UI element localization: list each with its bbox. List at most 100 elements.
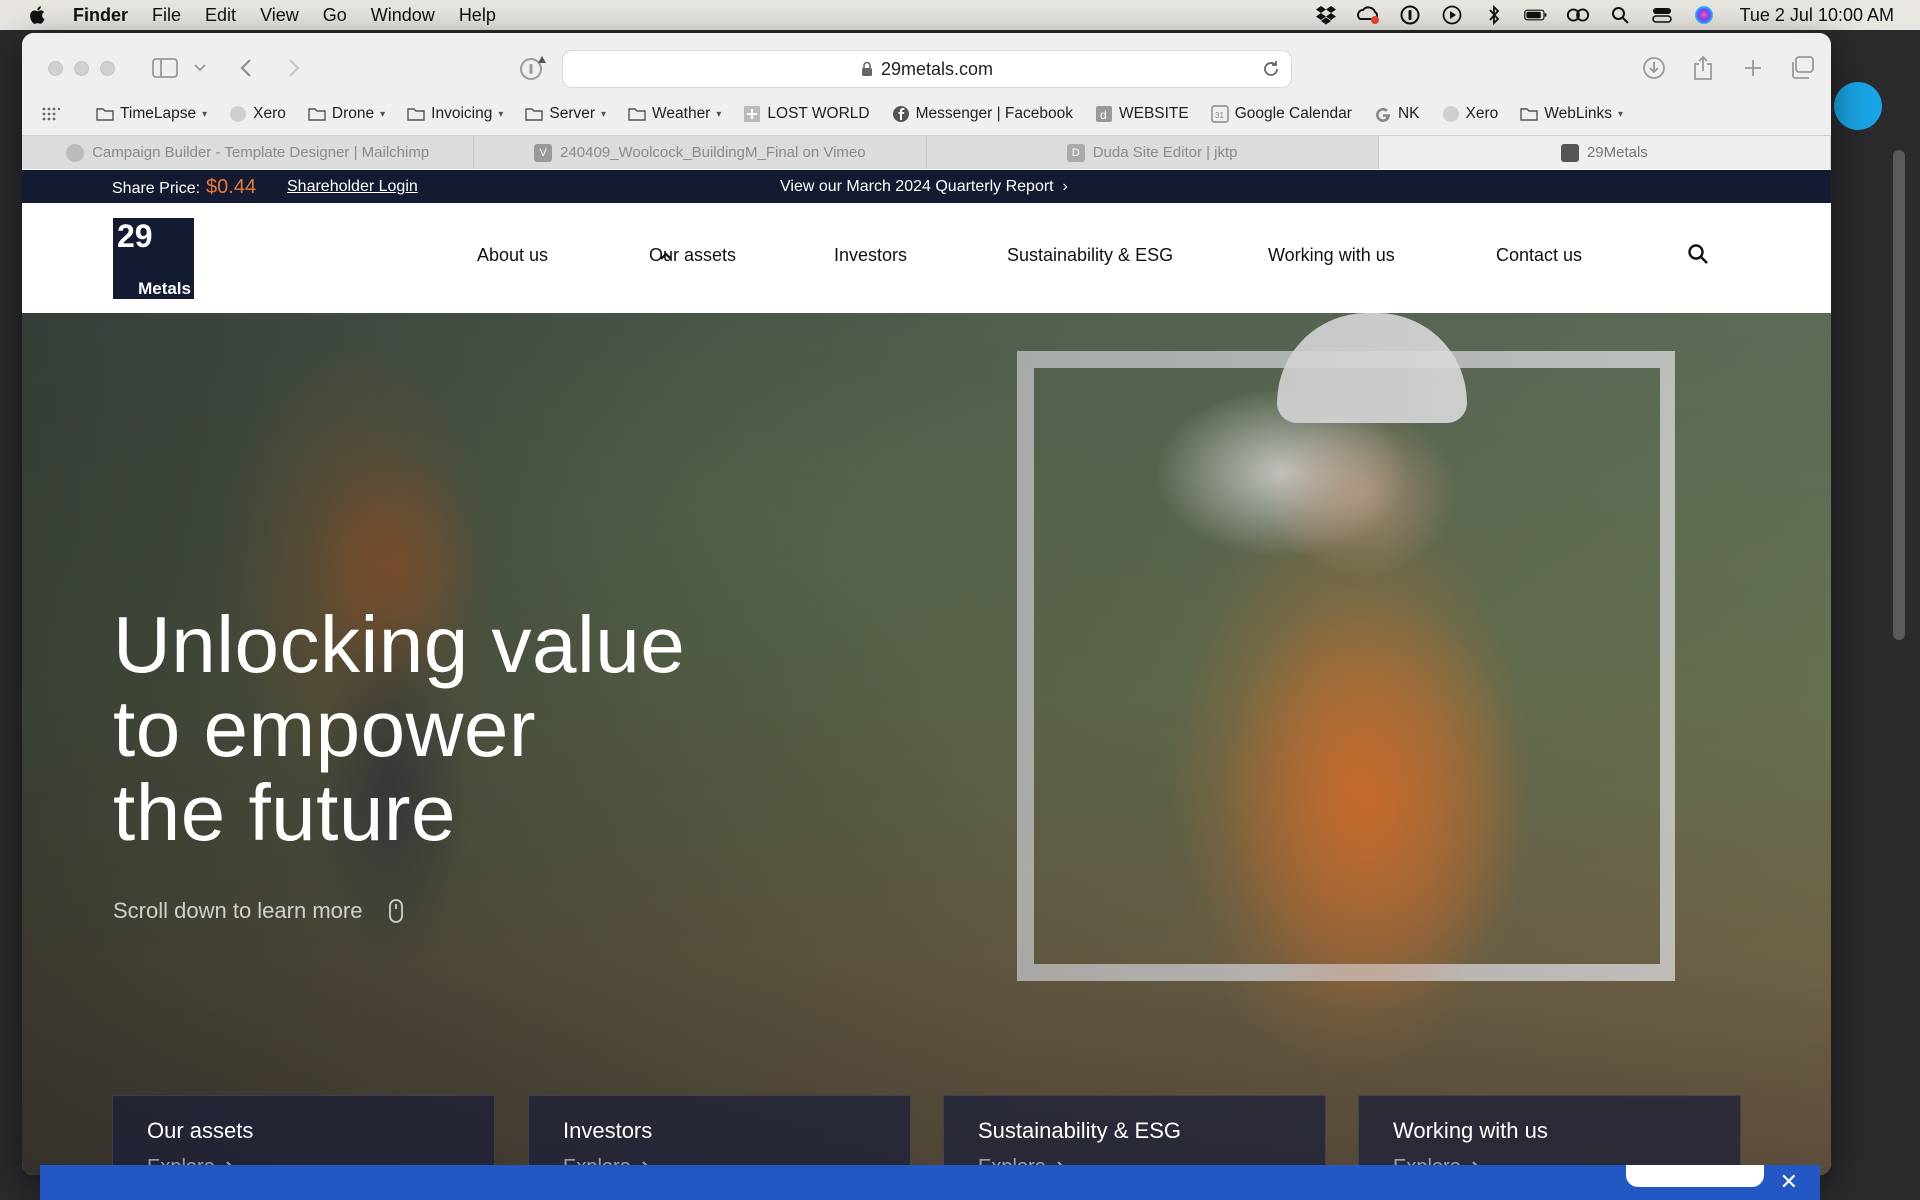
close-icon[interactable]: ✕ bbox=[1780, 1169, 1798, 1195]
tab-label: Campaign Builder - Template Designer | M… bbox=[92, 144, 430, 161]
menu-edit[interactable]: Edit bbox=[205, 5, 236, 26]
battery-icon[interactable] bbox=[1523, 5, 1548, 25]
zoom-window-button[interactable] bbox=[100, 61, 115, 76]
bookmark-website[interactable]: d WEBSITE bbox=[1095, 105, 1189, 123]
card-working-with-us[interactable]: Working with us Explore bbox=[1358, 1095, 1741, 1175]
mouse-scroll-icon bbox=[389, 899, 404, 923]
29metals-logo[interactable]: 29 Metals bbox=[113, 218, 194, 299]
sidebar-toggle-icon[interactable] bbox=[150, 51, 180, 85]
minimize-window-button[interactable] bbox=[74, 61, 89, 76]
card-sustainability-esg[interactable]: Sustainability & ESG Explore bbox=[943, 1095, 1326, 1175]
lock-icon bbox=[861, 61, 872, 76]
creative-cloud-icon[interactable] bbox=[1356, 5, 1380, 25]
quarterly-report-link[interactable]: View our March 2024 Quarterly Report › bbox=[780, 178, 1068, 196]
card-investors[interactable]: Investors Explore bbox=[528, 1095, 911, 1175]
dropbox-icon[interactable] bbox=[1314, 5, 1338, 25]
bookmark-lost-world[interactable]: LOST WORLD bbox=[743, 105, 870, 123]
password-extension-icon[interactable] bbox=[516, 51, 550, 85]
bookmark-google-calendar[interactable]: 31 Google Calendar bbox=[1211, 105, 1352, 123]
bookmark-label: NK bbox=[1397, 105, 1420, 122]
share-icon[interactable] bbox=[1690, 51, 1716, 85]
menu-app-name[interactable]: Finder bbox=[73, 5, 128, 26]
search-icon[interactable] bbox=[1687, 243, 1709, 265]
new-tab-icon[interactable] bbox=[1740, 51, 1766, 85]
plus-square-icon bbox=[743, 105, 761, 123]
bookmark-label: Server bbox=[549, 105, 596, 122]
svg-text:31: 31 bbox=[1215, 111, 1224, 120]
page-scrollbar[interactable] bbox=[1893, 150, 1905, 640]
bookmark-label: Xero bbox=[1465, 105, 1499, 122]
svg-text:d: d bbox=[1100, 108, 1107, 122]
bluetooth-icon[interactable] bbox=[1482, 5, 1506, 25]
apps-grid-icon[interactable] bbox=[42, 107, 60, 121]
card-our-assets[interactable]: Our assets Explore bbox=[112, 1095, 495, 1175]
folder-icon bbox=[1520, 105, 1538, 123]
chevron-down-icon: ▾ bbox=[498, 108, 504, 120]
bookmark-weblinks[interactable]: WebLinks ▾ bbox=[1520, 105, 1623, 123]
screen-mirroring-icon[interactable] bbox=[1566, 5, 1590, 25]
nav-our-assets[interactable]: Our assets bbox=[649, 245, 736, 266]
duda-icon: D bbox=[1066, 143, 1085, 162]
share-price: Share Price: $0.44 bbox=[112, 176, 256, 199]
password-manager-icon[interactable] bbox=[1398, 5, 1422, 25]
menu-file[interactable]: File bbox=[152, 5, 181, 26]
menu-help[interactable]: Help bbox=[459, 5, 496, 26]
hero-section: Unlocking value to empower the future Sc… bbox=[22, 313, 1831, 1175]
control-center-icon[interactable] bbox=[1650, 5, 1674, 25]
bookmark-label: Xero bbox=[253, 105, 286, 122]
address-bar[interactable]: 29metals.com bbox=[562, 50, 1292, 88]
bookmark-label: LOST WORLD bbox=[767, 105, 870, 122]
menu-go[interactable]: Go bbox=[323, 5, 347, 26]
bookmark-drone[interactable]: Drone ▾ bbox=[308, 105, 385, 123]
reload-icon[interactable] bbox=[1261, 59, 1281, 79]
play-icon[interactable] bbox=[1440, 5, 1464, 25]
nav-contact-us[interactable]: Contact us bbox=[1496, 245, 1582, 266]
menu-window[interactable]: Window bbox=[371, 5, 435, 26]
site-header: 29 Metals About us Our assets Investors … bbox=[22, 203, 1831, 313]
chevron-down-icon: ▾ bbox=[716, 108, 722, 120]
nav-about-us[interactable]: About us bbox=[477, 245, 548, 266]
tab-mailchimp[interactable]: Campaign Builder - Template Designer | M… bbox=[22, 136, 475, 169]
tab-overview-icon[interactable] bbox=[1788, 51, 1816, 85]
tab-29metals[interactable]: 29Metals bbox=[1378, 136, 1831, 169]
cookie-banner: ✕ bbox=[40, 1165, 1820, 1200]
siri-icon[interactable] bbox=[1692, 5, 1716, 25]
banner-accept-button[interactable] bbox=[1626, 1165, 1764, 1187]
tab-vimeo[interactable]: V 240409_Woolcock_BuildingM_Final on Vime… bbox=[474, 136, 927, 169]
vimeo-icon: V bbox=[534, 143, 553, 162]
bookmark-messenger[interactable]: Messenger | Facebook bbox=[892, 105, 1073, 123]
hero-headline-line: to empower bbox=[113, 684, 536, 773]
folder-icon bbox=[525, 105, 544, 123]
forward-icon[interactable] bbox=[284, 51, 304, 85]
bookmark-xero[interactable]: Xero bbox=[229, 105, 286, 123]
spotlight-search-icon[interactable] bbox=[1608, 5, 1632, 25]
card-title: Working with us bbox=[1393, 1118, 1548, 1143]
app-widget-icon[interactable] bbox=[1834, 82, 1882, 130]
nav-sustainability-esg[interactable]: Sustainability & ESG bbox=[1007, 245, 1173, 266]
chevron-down-icon[interactable] bbox=[192, 51, 208, 85]
bookmark-nk[interactable]: NK bbox=[1374, 105, 1420, 123]
menu-view[interactable]: View bbox=[260, 5, 299, 26]
hero-headline-line: Unlocking value bbox=[113, 600, 686, 689]
bookmark-xero-2[interactable]: Xero bbox=[1442, 105, 1499, 123]
menu-bar: Finder File Edit View Go Window Help Tue… bbox=[0, 0, 1920, 30]
back-icon[interactable] bbox=[236, 51, 256, 85]
bookmarks-bar: TimeLapse ▾ Xero Drone ▾ Invoicing ▾ Server… bbox=[22, 96, 1831, 132]
shareholder-login-link[interactable]: Shareholder Login bbox=[287, 178, 418, 196]
bookmark-invoicing[interactable]: Invoicing ▾ bbox=[407, 105, 503, 123]
bookmark-weather[interactable]: Weather ▾ bbox=[628, 105, 721, 123]
menubar-clock[interactable]: Tue 2 Jul 10:00 AM bbox=[1740, 5, 1894, 26]
folder-icon bbox=[308, 105, 326, 123]
apple-icon[interactable] bbox=[27, 4, 49, 26]
nav-investors[interactable]: Investors bbox=[834, 245, 907, 266]
scroll-hint[interactable]: Scroll down to learn more bbox=[113, 898, 404, 924]
window-controls bbox=[48, 61, 115, 76]
folder-icon bbox=[407, 105, 425, 123]
downloads-icon[interactable] bbox=[1641, 51, 1667, 85]
bookmark-server[interactable]: Server ▾ bbox=[525, 105, 606, 123]
card-title: Sustainability & ESG bbox=[978, 1118, 1181, 1143]
bookmark-timelapse[interactable]: TimeLapse ▾ bbox=[96, 105, 207, 123]
close-window-button[interactable] bbox=[48, 61, 63, 76]
nav-working-with-us[interactable]: Working with us bbox=[1268, 245, 1395, 266]
tab-duda[interactable]: D Duda Site Editor | jktp bbox=[927, 136, 1379, 169]
